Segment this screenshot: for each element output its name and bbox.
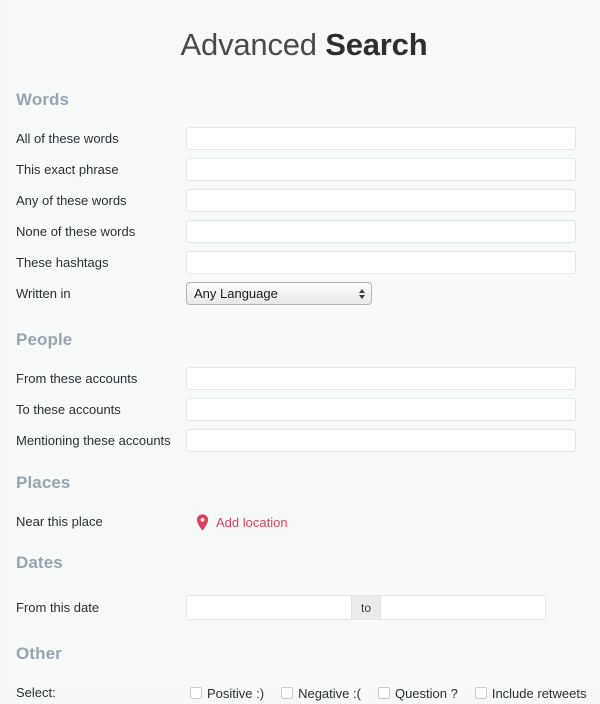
field-any-words	[186, 189, 600, 212]
field-all-words	[186, 127, 600, 150]
checkbox-include-retweets[interactable]: Include retweets	[474, 685, 587, 701]
field-mentioning-accounts	[186, 429, 600, 452]
label-all-words: All of these words	[16, 130, 119, 146]
field-from-date: to	[186, 595, 600, 620]
date-range-group: to	[186, 595, 546, 620]
row-none-words: None of these words	[8, 220, 600, 243]
row-all-words: All of these words	[8, 127, 600, 150]
checkbox-positive-label: Positive :)	[207, 685, 265, 701]
checkbox-negative[interactable]: Negative :(	[281, 686, 361, 701]
row-hashtags: These hashtags	[8, 251, 600, 274]
row-from-date: From this date to	[8, 595, 600, 620]
section-heading-places: Places	[16, 473, 71, 492]
input-none-words[interactable]	[186, 220, 576, 243]
section-people: People From these accounts To these acco…	[8, 330, 600, 452]
checkbox-negative-label: Negative :(	[298, 685, 361, 701]
label-near-place: Near this place	[16, 514, 103, 529]
input-any-words[interactable]	[186, 189, 576, 212]
checkbox-positive-box[interactable]	[190, 687, 202, 699]
add-location-label: Add location	[216, 514, 288, 530]
input-hashtags[interactable]	[186, 251, 576, 274]
row-from-accounts: From these accounts	[8, 367, 600, 390]
page-title-light: Advanced	[180, 27, 326, 62]
input-mentioning-accounts[interactable]	[186, 429, 576, 452]
label-any-words: Any of these words	[16, 192, 127, 208]
label-none-words: None of these words	[16, 223, 136, 239]
checkbox-question-label: Question ?	[394, 685, 458, 701]
row-written-in: Written in Any Language	[8, 282, 600, 305]
section-words: Words All of these words This exact phra…	[8, 90, 600, 305]
section-heading-other: Other	[16, 644, 62, 663]
label-select: Select:	[16, 685, 56, 700]
add-location-button[interactable]: Add location	[186, 513, 600, 531]
field-to-accounts	[186, 398, 600, 421]
row-mentioning-accounts: Mentioning these accounts	[8, 429, 600, 452]
checkbox-negative-box[interactable]	[281, 687, 294, 699]
row-any-words: Any of these words	[8, 189, 600, 212]
field-hashtags	[186, 251, 600, 274]
select-written-in[interactable]: Any Language	[186, 282, 372, 305]
section-heading-dates: Dates	[16, 553, 63, 572]
checkbox-include-retweets-label: Include retweets	[491, 685, 587, 701]
field-from-accounts	[186, 367, 600, 390]
row-exact-phrase: This exact phrase	[8, 158, 600, 181]
input-exact-phrase[interactable]	[186, 158, 576, 181]
page-title-bold: Search	[325, 27, 428, 62]
row-to-accounts: To these accounts	[8, 398, 600, 421]
section-other: Other Select: Positive :) Negative :( Qu…	[8, 644, 600, 704]
field-near-place: Add location	[186, 513, 600, 531]
field-none-words	[186, 220, 600, 243]
row-select-other: Select: Positive :) Negative :( Question…	[8, 682, 600, 704]
input-from-accounts[interactable]	[186, 367, 576, 390]
map-pin-icon	[196, 513, 209, 531]
label-mentioning-accounts: Mentioning these accounts	[16, 432, 171, 448]
checkbox-include-retweets-box[interactable]	[474, 687, 487, 699]
input-date-to[interactable]	[381, 596, 545, 619]
label-to-accounts: To these accounts	[16, 401, 121, 417]
checkbox-group: Positive :) Negative :( Question ? Inclu…	[186, 686, 600, 701]
language-select-wrap: Any Language	[186, 282, 372, 305]
field-written-in: Any Language	[186, 282, 600, 305]
checkbox-question[interactable]: Question ?	[377, 685, 458, 701]
field-exact-phrase	[186, 158, 600, 181]
label-from-accounts: From these accounts	[16, 370, 138, 386]
field-select-checkboxes: Positive :) Negative :( Question ? Inclu…	[186, 686, 600, 701]
page-title: Advanced Search	[8, 0, 600, 60]
checkbox-positive[interactable]: Positive :)	[190, 686, 264, 701]
checkbox-question-box[interactable]	[377, 687, 390, 699]
input-date-from[interactable]	[187, 596, 351, 619]
section-heading-words: Words	[16, 90, 70, 109]
input-all-words[interactable]	[186, 127, 576, 150]
section-places: Places Near this place Add location	[8, 473, 600, 533]
section-heading-people: People	[16, 330, 73, 349]
input-to-accounts[interactable]	[186, 398, 576, 421]
label-from-date: From this date	[16, 599, 100, 615]
label-written-in: Written in	[16, 285, 71, 301]
label-hashtags: These hashtags	[16, 254, 109, 270]
section-dates: Dates From this date to	[8, 553, 600, 620]
label-exact-phrase: This exact phrase	[16, 161, 119, 177]
advanced-search-page: Advanced Search Words All of these words…	[8, 0, 600, 701]
row-near-place: Near this place Add location	[8, 511, 600, 533]
date-range-separator: to	[351, 596, 381, 619]
